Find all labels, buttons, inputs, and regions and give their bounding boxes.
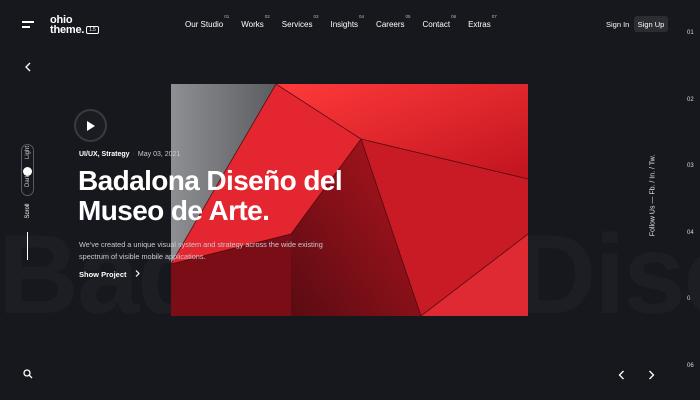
theme-dark-label[interactable]: Dark [25, 174, 31, 187]
sign-in-link[interactable]: Sign In [606, 20, 629, 29]
nav-number: 03 [313, 14, 319, 19]
slide-number-3[interactable]: 03 [687, 163, 694, 169]
main-nav: Our Studio 01 Works 02 Services 03 Insights… [185, 14, 509, 29]
nav-number: 02 [264, 14, 270, 19]
nav-number: 01 [224, 14, 230, 19]
chevron-right-icon [649, 370, 655, 380]
play-button[interactable] [74, 109, 107, 142]
nav-number: 04 [359, 14, 365, 19]
social-links[interactable]: Follow Us — Fb. / In. / Tw. [650, 131, 657, 261]
chevron-left-icon[interactable] [24, 59, 32, 72]
logo[interactable]: ohio theme. 1.5 [50, 15, 99, 36]
nav-item-extras[interactable]: Extras 07 [468, 14, 497, 29]
hero-title: Badalona Diseño del Museo de Arte. [78, 165, 343, 226]
nav-item-our-studio[interactable]: Our Studio 01 [185, 14, 229, 29]
logo-version-badge: 1.5 [86, 26, 99, 34]
sign-up-button[interactable]: Sign Up [634, 16, 668, 32]
play-icon [87, 120, 95, 131]
scroll-indicator-line [27, 232, 28, 260]
scroll-label: Scroll [25, 203, 31, 219]
nav-number: 06 [451, 14, 457, 19]
prev-slide-button[interactable] [617, 367, 627, 380]
slide-number-1[interactable]: 01 [687, 30, 694, 36]
nav-item-careers[interactable]: Careers 05 [376, 14, 410, 29]
nav-number: 05 [405, 14, 411, 19]
meta-separator: · [132, 151, 135, 158]
nav-item-services[interactable]: Services 03 [282, 14, 319, 29]
slide-number-6[interactable]: 06 [687, 363, 694, 369]
chevron-left-icon [618, 370, 624, 380]
search-icon[interactable] [23, 366, 33, 379]
hero-description: We've created a unique visual system and… [79, 240, 323, 261]
next-slide-button[interactable] [646, 367, 656, 380]
show-project-label: Show Project [79, 270, 127, 279]
nav-item-insights[interactable]: Insights 04 [330, 14, 364, 29]
logo-line2: theme. [50, 24, 85, 36]
show-project-link[interactable]: Show Project [79, 270, 140, 279]
post-meta: UI/UX, Strategy · May 03, 2021 [79, 151, 180, 158]
post-date: May 03, 2021 [137, 151, 181, 158]
chevron-right-icon [135, 270, 140, 279]
slide-number-2[interactable]: 02 [687, 97, 694, 103]
nav-item-works[interactable]: Works 02 [241, 14, 270, 29]
nav-item-contact[interactable]: Contact 06 [423, 14, 457, 29]
hamburger-icon[interactable] [22, 20, 34, 29]
theme-light-label[interactable]: Light [25, 146, 31, 159]
post-category[interactable]: UI/UX, Strategy [79, 151, 130, 158]
nav-number: 07 [491, 14, 497, 19]
